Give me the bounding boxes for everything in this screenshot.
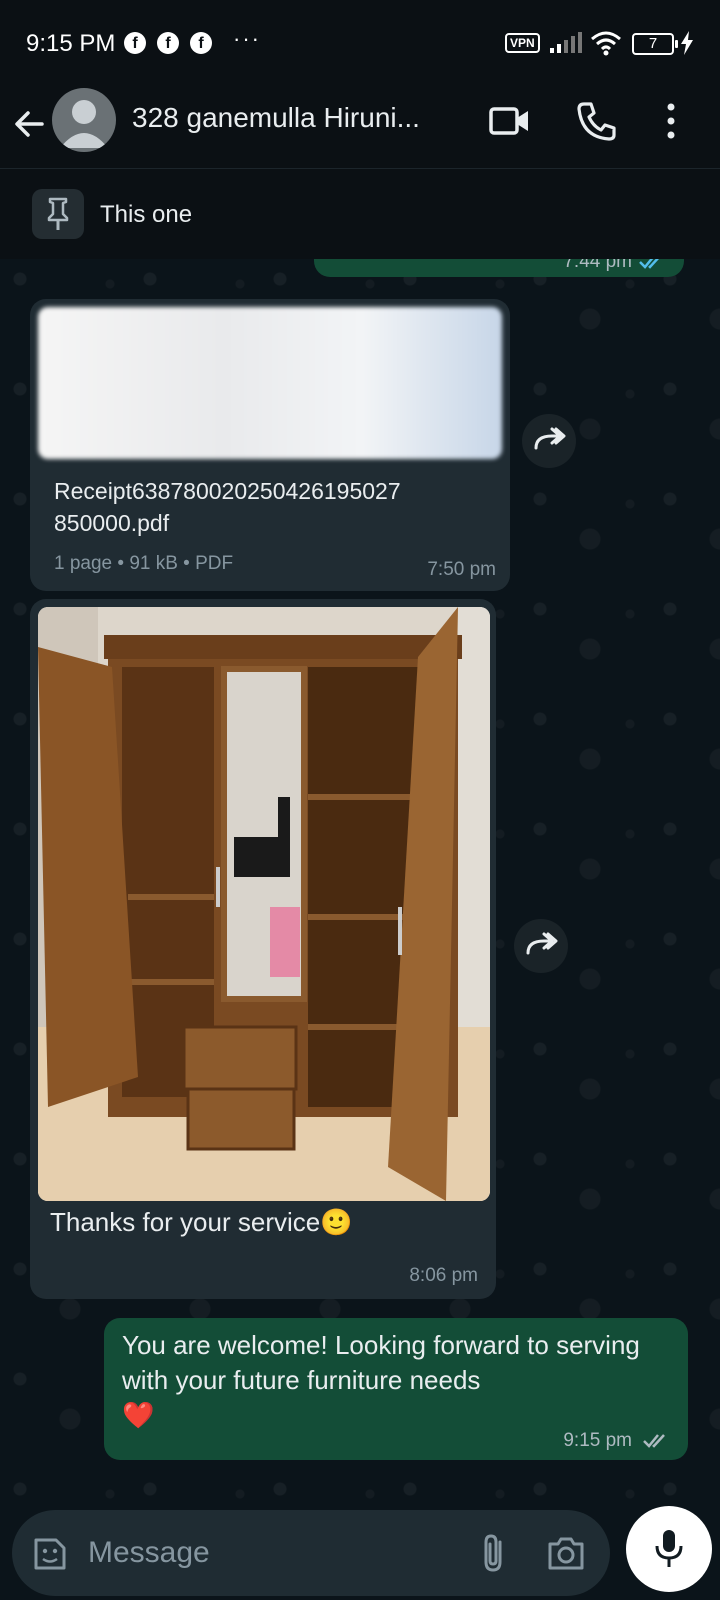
mic-icon	[655, 1530, 683, 1567]
camera-icon[interactable]	[546, 1534, 586, 1572]
more-options-icon	[667, 103, 675, 139]
document-filename-line: 850000.pdf	[54, 510, 170, 536]
document-filename-line: Receipt63878002025042619502​7	[54, 478, 401, 504]
contact-name[interactable]: 328 ganemulla Hiruni...	[132, 102, 420, 134]
message-bubble-outgoing[interactable]: 7:44 pm	[314, 259, 684, 277]
chat-messages-area[interactable]: 7:44 pm Receipt63878002025042619502​7 85…	[0, 259, 720, 1510]
message-placeholder: Message	[88, 1536, 210, 1569]
message-body: You are welcome! Looking forward to serv…	[122, 1330, 640, 1395]
message-time: 7:50 pm	[427, 559, 496, 580]
image-caption: Thanks for your service🙂	[50, 1207, 353, 1238]
back-button[interactable]	[12, 102, 52, 146]
chat-header: 328 ganemulla Hiruni...	[0, 84, 720, 169]
status-bar: 9:15 PM f f f ··· VPN 7	[0, 0, 720, 84]
forward-button[interactable]	[514, 919, 568, 973]
facebook-icon: f	[157, 32, 179, 54]
pin-icon	[47, 197, 69, 230]
facebook-icon: f	[190, 32, 212, 54]
document-preview-thumbnail[interactable]	[38, 307, 502, 459]
voice-record-button[interactable]	[626, 1506, 712, 1592]
caption-text: Thanks for your service	[50, 1207, 321, 1237]
heart-emoji-icon: ❤️	[122, 1400, 155, 1430]
message-time: 7:44 pm	[563, 259, 632, 272]
document-meta: 1 page • 91 kB • PDF	[54, 553, 234, 574]
battery-icon: 7	[632, 33, 678, 55]
forward-icon	[534, 427, 566, 450]
message-text: You are welcome! Looking forward to serv…	[122, 1328, 662, 1433]
message-time: 9:15 pm	[563, 1430, 632, 1451]
wardrobe-image	[38, 607, 490, 1201]
back-arrow-icon	[15, 111, 44, 137]
voice-call-icon	[577, 102, 616, 141]
document-message[interactable]: Receipt63878002025042619502​7 850000.pdf…	[30, 299, 510, 591]
voice-call-button[interactable]	[574, 98, 620, 144]
document-filename: Receipt63878002025042619502​7 850000.pdf	[54, 475, 484, 539]
signal-icon	[550, 32, 582, 53]
more-options-button[interactable]	[656, 98, 686, 144]
video-call-icon	[489, 107, 528, 135]
attach-icon[interactable]	[480, 1532, 510, 1574]
pin-icon-container	[32, 189, 84, 239]
wardrobe-photo[interactable]	[38, 607, 490, 1201]
forward-button[interactable]	[522, 414, 576, 468]
facebook-icon: f	[124, 32, 146, 54]
message-bubble-outgoing[interactable]: You are welcome! Looking forward to serv…	[104, 1318, 688, 1460]
contact-avatar[interactable]	[52, 88, 116, 152]
charging-icon	[681, 31, 693, 55]
vpn-badge: VPN	[505, 33, 540, 53]
video-call-button[interactable]	[488, 98, 534, 144]
status-time: 9:15 PM	[26, 30, 116, 57]
message-input[interactable]: Message	[12, 1510, 610, 1596]
pinned-message-bar[interactable]: This one	[0, 169, 720, 259]
more-notifications-icon: ···	[233, 26, 261, 51]
message-time: 8:06 pm	[409, 1265, 478, 1286]
image-message[interactable]: Thanks for your service🙂 8:06 pm	[30, 599, 496, 1299]
delivered-receipt-icon	[643, 1434, 665, 1448]
smile-emoji-icon: 🙂	[320, 1207, 353, 1237]
sticker-icon[interactable]	[30, 1534, 70, 1574]
wifi-icon	[591, 31, 621, 56]
message-composer: Message	[0, 1506, 720, 1600]
forward-icon	[526, 932, 558, 955]
read-receipt-icon	[639, 259, 659, 269]
pinned-message-text: This one	[100, 201, 193, 228]
default-avatar-icon	[60, 100, 108, 148]
